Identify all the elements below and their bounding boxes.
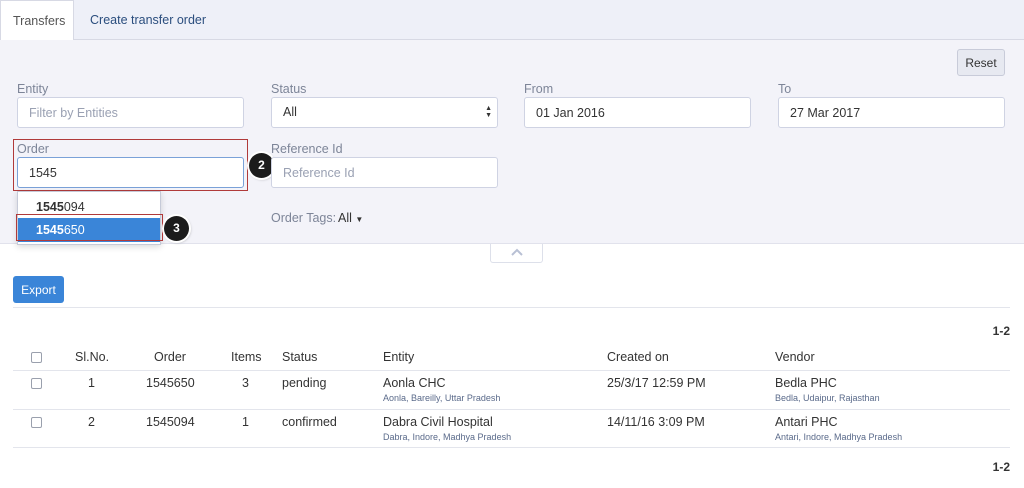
row-entity[interactable]: Dabra Civil Hospital bbox=[383, 415, 493, 429]
row-items: 1 bbox=[242, 415, 249, 429]
row-vendor[interactable]: Bedla PHC bbox=[775, 376, 837, 390]
row-order-link[interactable]: 1545650 bbox=[146, 376, 195, 390]
row-status: pending bbox=[282, 376, 327, 390]
row-slno: 1 bbox=[88, 376, 95, 390]
entity-filter-input[interactable] bbox=[17, 97, 244, 128]
order-tags-label: Order Tags: bbox=[271, 211, 337, 225]
column-header-status: Status bbox=[282, 350, 318, 364]
divider bbox=[13, 409, 1010, 410]
suggestion-annotation-box bbox=[16, 214, 163, 241]
row-created-on: 25/3/17 12:59 PM bbox=[607, 376, 706, 390]
row-checkbox[interactable] bbox=[31, 378, 42, 389]
row-items: 3 bbox=[242, 376, 249, 390]
row-entity-location: Dabra, Indore, Madhya Pradesh bbox=[383, 432, 512, 442]
row-created-on: 14/11/16 3:09 PM bbox=[607, 415, 705, 429]
to-date-input[interactable] bbox=[778, 97, 1005, 128]
row-order-link[interactable]: 1545094 bbox=[146, 415, 195, 429]
tabs-bar: Transfers Create transfer order bbox=[0, 0, 1024, 41]
column-header-entity: Entity bbox=[383, 350, 415, 364]
row-entity[interactable]: Aonla CHC bbox=[383, 376, 446, 390]
divider bbox=[13, 447, 1010, 448]
row-checkbox[interactable] bbox=[31, 417, 42, 428]
column-header-created-on: Created on bbox=[607, 350, 669, 364]
order-tags-dropdown[interactable]: All ▼ bbox=[338, 211, 363, 225]
select-all-checkbox[interactable] bbox=[31, 352, 42, 363]
row-slno: 2 bbox=[88, 415, 95, 429]
collapse-filters-toggle[interactable] bbox=[490, 244, 543, 263]
reference-id-label: Reference Id bbox=[271, 142, 343, 156]
row-status: confirmed bbox=[282, 415, 337, 429]
suggestion-rest: 094 bbox=[63, 200, 85, 214]
from-date-input[interactable] bbox=[524, 97, 751, 128]
column-header-items: Items bbox=[231, 350, 262, 364]
pagination-count-bottom: 1-2 bbox=[992, 460, 1010, 474]
to-label: To bbox=[778, 82, 792, 96]
reference-id-input[interactable] bbox=[271, 157, 498, 188]
column-header-order: Order bbox=[154, 350, 186, 364]
annotation-badge-suggestion: 3 bbox=[164, 216, 189, 241]
tab-create-transfer-order[interactable]: Create transfer order bbox=[78, 0, 218, 40]
caret-down-icon: ▼ bbox=[355, 215, 364, 224]
divider bbox=[13, 370, 1010, 371]
row-vendor-location: Bedla, Udaipur, Rajasthan bbox=[775, 393, 880, 403]
chevron-up-icon bbox=[510, 248, 523, 256]
select-arrows-icon: ▲ ▼ bbox=[485, 105, 492, 119]
order-tags-value: All bbox=[338, 211, 352, 225]
row-entity-location: Aonla, Bareilly, Uttar Pradesh bbox=[383, 393, 501, 403]
divider bbox=[13, 307, 1010, 308]
status-label: Status bbox=[271, 82, 307, 96]
status-select[interactable]: All ▲ ▼ bbox=[271, 97, 498, 128]
reset-button[interactable]: Reset bbox=[957, 49, 1005, 76]
from-label: From bbox=[524, 82, 554, 96]
order-annotation-box bbox=[13, 139, 248, 191]
row-vendor-location: Antari, Indore, Madhya Pradesh bbox=[775, 432, 903, 442]
column-header-vendor: Vendor bbox=[775, 350, 815, 364]
column-header-slno: Sl.No. bbox=[75, 350, 110, 364]
tab-transfers[interactable]: Transfers bbox=[0, 0, 74, 41]
pagination-count-top: 1-2 bbox=[992, 324, 1010, 338]
suggestion-match: 1545 bbox=[36, 200, 64, 214]
row-vendor[interactable]: Antari PHC bbox=[775, 415, 838, 429]
export-button[interactable]: Export bbox=[13, 276, 64, 303]
status-select-value: All bbox=[283, 105, 297, 119]
entity-label: Entity bbox=[17, 82, 49, 96]
